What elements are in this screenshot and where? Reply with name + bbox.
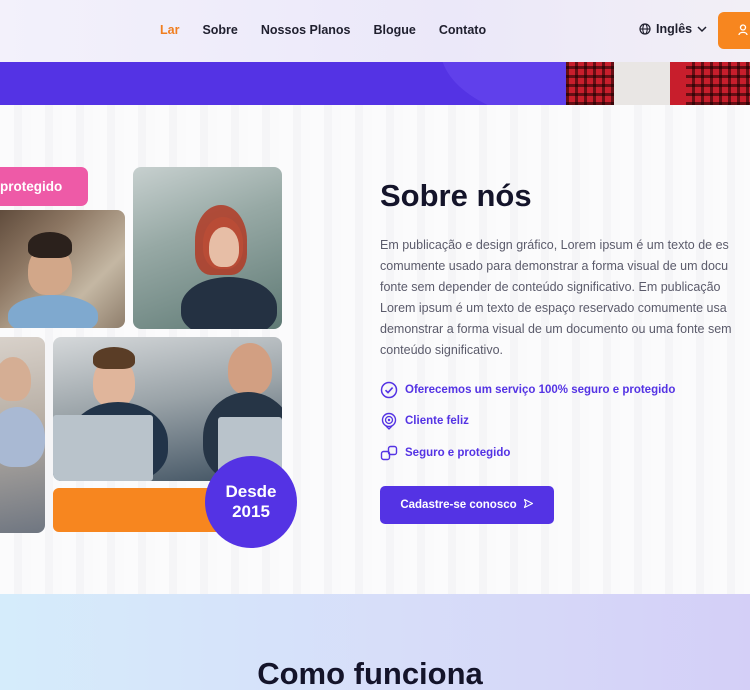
paragraph-line: demonstrar a forma visual de um document…	[380, 322, 732, 336]
globe-icon	[639, 23, 651, 35]
nav-item-contact[interactable]: Contato	[439, 23, 486, 37]
happy-badge-icon	[380, 412, 398, 430]
team-photo-left	[0, 337, 45, 533]
hero-photo	[566, 62, 750, 105]
feature-item: Cliente feliz	[380, 412, 469, 430]
main-nav: Lar Sobre Nossos Planos Blogue Contato	[160, 23, 486, 37]
secure-tag: protegido	[0, 167, 88, 206]
account-button[interactable]	[718, 12, 750, 49]
feature-item: Seguro e protegido	[380, 444, 510, 462]
since-badge: Desde 2015	[205, 456, 297, 548]
nav-item-about[interactable]: Sobre	[202, 23, 237, 37]
site-header: Lar Sobre Nossos Planos Blogue Contato I…	[0, 0, 750, 62]
about-section: protegido Desde 2015 Sobre nós Em public…	[0, 105, 750, 594]
nav-item-home[interactable]: Lar	[160, 23, 179, 37]
secure-link-icon	[380, 444, 398, 462]
badge-line-2: 2015	[232, 502, 270, 521]
nav-item-plans[interactable]: Nossos Planos	[261, 23, 351, 37]
signup-button[interactable]: Cadastre-se conosco	[380, 486, 554, 524]
team-photo-meeting	[0, 210, 125, 328]
feature-label: Cliente feliz	[405, 415, 469, 427]
hero-sleeve	[670, 62, 686, 105]
paragraph-line: Lorem ipsum é um texto de espaço reserva…	[380, 301, 727, 315]
check-circle-icon	[380, 381, 398, 399]
send-arrow-icon	[523, 498, 534, 512]
chevron-down-icon	[697, 25, 707, 33]
about-title: Sobre nós	[380, 178, 532, 213]
hero-shirt	[614, 62, 670, 105]
feature-item: Oferecemos um serviço 100% seguro e prot…	[380, 381, 675, 399]
how-title: Como funciona	[257, 656, 483, 690]
paragraph-line: Em publicação e design gráfico, Lorem ip…	[380, 238, 729, 252]
hero-banner	[0, 62, 750, 105]
feature-label: Oferecemos um serviço 100% seguro e prot…	[405, 384, 676, 396]
team-photo-woman	[133, 167, 282, 329]
about-paragraph: Em publicação e design gráfico, Lorem ip…	[380, 235, 750, 361]
how-it-works-section: Como funciona	[0, 594, 750, 690]
paragraph-line: conteúdo significativo.	[380, 343, 503, 357]
laptop	[53, 415, 153, 481]
nav-item-blog[interactable]: Blogue	[374, 23, 416, 37]
signup-button-label: Cadastre-se conosco	[400, 499, 517, 511]
paragraph-line: fonte sem depender de conteúdo significa…	[380, 280, 721, 294]
language-label: Inglês	[656, 22, 693, 36]
orange-accent-bar	[53, 488, 223, 532]
language-selector[interactable]: Inglês	[639, 22, 707, 36]
feature-label: Seguro e protegido	[405, 447, 511, 459]
badge-line-1: Desde	[225, 482, 277, 501]
paragraph-line: comumente usado para demonstrar a forma …	[380, 259, 729, 273]
